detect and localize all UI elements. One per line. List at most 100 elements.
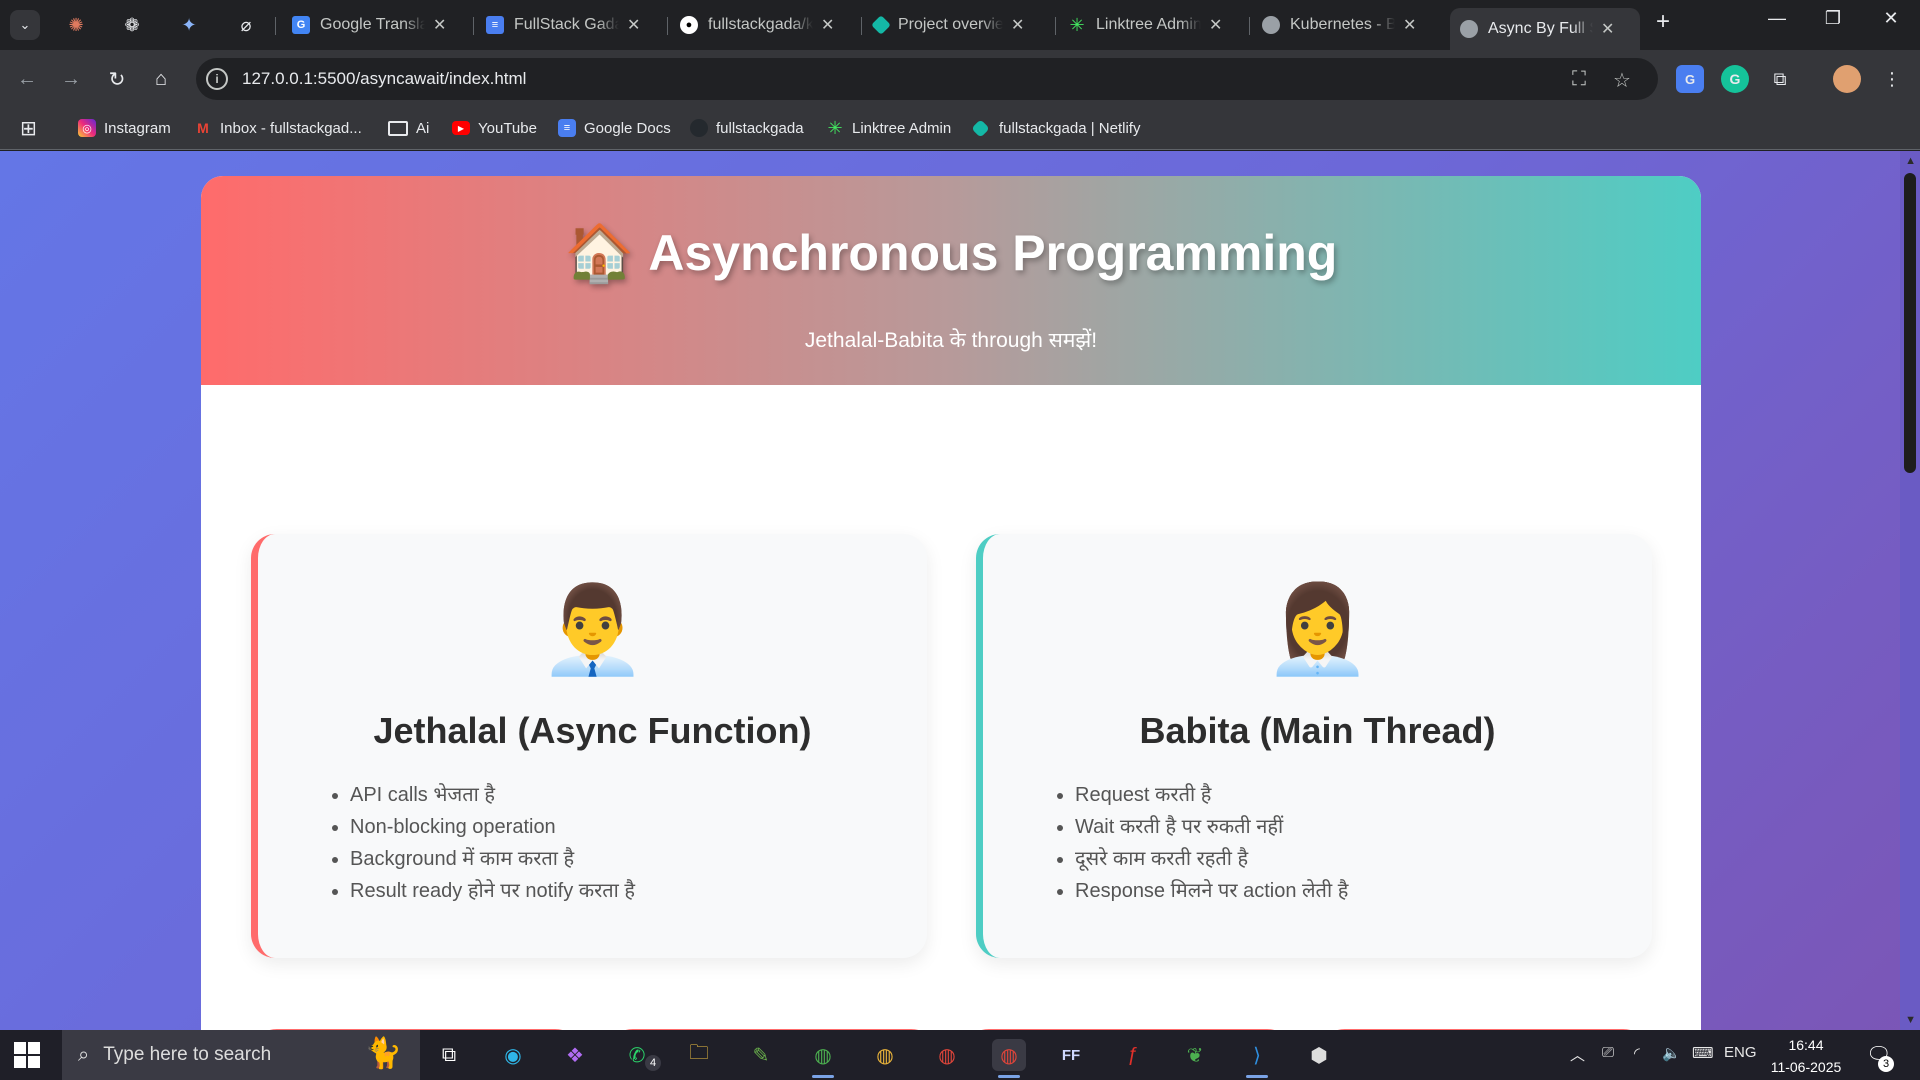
edge-icon[interactable]: ◉: [496, 1039, 530, 1071]
browser-toolbar: ← → ↻ ⌂ i 127.0.0.1:5500/asyncawait/inde…: [0, 50, 1920, 108]
reload-icon[interactable]: ↻: [102, 64, 132, 94]
card-heading: Babita (Main Thread): [1139, 710, 1496, 751]
tab-google-translate[interactable]: G Google Translate ✕: [282, 8, 472, 42]
ffdec-icon[interactable]: FF: [1054, 1039, 1088, 1071]
list-item: Background में काम करता है: [350, 843, 635, 875]
card-points: Request करती है Wait करती है पर रुकती नह…: [1075, 779, 1348, 907]
chrome-active-icon[interactable]: ◍: [992, 1039, 1026, 1078]
language-indicator[interactable]: ENG: [1724, 1044, 1757, 1061]
windows-start-icon[interactable]: [14, 1042, 40, 1068]
file-explorer-icon[interactable]: 🗀: [682, 1039, 716, 1071]
list-item: दूसरे काम करती रहती है: [1075, 843, 1348, 875]
list-item: Response मिलने पर action लेती है: [1075, 875, 1348, 907]
flash-icon[interactable]: ƒ: [1116, 1039, 1150, 1071]
minimize-button[interactable]: —: [1754, 8, 1800, 29]
globe-icon: [1460, 20, 1478, 38]
bookmark-gmail[interactable]: M Inbox - fullstackgad...: [194, 116, 362, 140]
hero-header: 🏠 Asynchronous Programming Jethalal-Babi…: [201, 176, 1701, 385]
claude-icon[interactable]: ✺: [56, 10, 96, 40]
tab-github[interactable]: ● fullstackgada/k ✕: [670, 8, 860, 42]
search-placeholder: Type here to search: [103, 1044, 272, 1065]
tab-title: Async By Full St: [1488, 20, 1593, 37]
page-scrollbar[interactable]: ▲ ▼: [1900, 151, 1920, 1030]
notepad-icon[interactable]: ✎: [744, 1039, 778, 1071]
volume-icon[interactable]: 🔈: [1662, 1044, 1681, 1062]
show-hidden-icons-chevron-icon[interactable]: ︿: [1570, 1044, 1585, 1065]
address-bar[interactable]: i 127.0.0.1:5500/asyncawait/index.html ⛶…: [196, 58, 1658, 100]
bookmark-label: Ai: [416, 119, 430, 137]
bookmark-linktree[interactable]: ✳ Linktree Admin: [826, 116, 951, 140]
new-tab-button[interactable]: +: [1648, 8, 1678, 36]
google-translate-extension-icon[interactable]: G: [1676, 65, 1704, 93]
close-window-button[interactable]: ✕: [1868, 8, 1914, 29]
bookmark-github[interactable]: fullstackgada: [690, 116, 804, 140]
network-icon[interactable]: ◜: [1634, 1044, 1640, 1062]
bookmark-label: Google Docs: [584, 119, 671, 137]
menu-kebab-icon[interactable]: ⋮: [1878, 65, 1906, 93]
bookmark-folder-ai[interactable]: Ai: [388, 116, 429, 140]
page-title-text: Asynchronous Programming: [648, 225, 1338, 281]
scroll-down-arrow-icon[interactable]: ▼: [1905, 1014, 1916, 1026]
bookmark-youtube[interactable]: ▶ YouTube: [452, 116, 537, 140]
translate-page-icon[interactable]: ⛶: [1572, 68, 1586, 91]
chrome-profile-icon[interactable]: ◍: [930, 1039, 964, 1071]
bookmark-google-docs[interactable]: ≡ Google Docs: [558, 116, 671, 140]
clock-date: 11-06-2025: [1770, 1059, 1842, 1075]
linktree-icon: ✳: [1069, 14, 1085, 35]
tab-async-active[interactable]: Async By Full St ✕: [1450, 8, 1640, 50]
close-icon[interactable]: ✕: [627, 15, 640, 35]
apps-grid-icon[interactable]: ⊞: [20, 116, 37, 140]
bookmark-label: Linktree Admin: [852, 119, 952, 137]
close-icon[interactable]: ✕: [821, 15, 834, 35]
close-icon[interactable]: ✕: [1011, 15, 1024, 35]
meet-now-icon[interactable]: ⎚: [1602, 1044, 1614, 1061]
restore-button[interactable]: ❐: [1810, 8, 1856, 29]
close-icon[interactable]: ✕: [1403, 15, 1416, 35]
list-item: Wait करती है पर रुकती नहीं: [1075, 811, 1348, 843]
vscode-icon[interactable]: ⟩: [1240, 1039, 1274, 1078]
task-view-icon[interactable]: ⧉: [432, 1039, 466, 1071]
tab-project-overview[interactable]: Project overview ✕: [864, 8, 1054, 42]
taskbar-search-box[interactable]: ⌕ Type here to search 🐈: [62, 1030, 420, 1080]
forward-icon[interactable]: →: [56, 64, 86, 94]
tab-title: Linktree Admin: [1096, 16, 1201, 33]
close-icon[interactable]: ✕: [433, 15, 446, 35]
bookmark-label: YouTube: [478, 119, 537, 137]
card-points: API calls भेजता है Non-blocking operatio…: [350, 779, 635, 907]
mongodb-icon[interactable]: ❦: [1178, 1039, 1212, 1071]
bookmark-instagram[interactable]: ◎ Instagram: [78, 116, 171, 140]
perplexity-icon[interactable]: ⌀: [226, 10, 266, 40]
back-icon[interactable]: ←: [12, 64, 42, 94]
tab-title: Google Translate: [320, 16, 425, 33]
scroll-thumb[interactable]: [1904, 173, 1916, 473]
card-jethalal: 👨‍💼 Jethalal (Async Function) API calls …: [251, 534, 927, 958]
page-viewport: 🏠 Asynchronous Programming Jethalal-Babi…: [0, 151, 1920, 1030]
bookmark-netlify[interactable]: fullstackgada | Netlify: [971, 116, 1140, 140]
tab-linktree-admin[interactable]: ✳ Linktree Admin ✕: [1058, 8, 1248, 42]
chrome-icon[interactable]: ◍: [806, 1039, 840, 1078]
youtube-icon: ▶: [452, 121, 470, 135]
close-icon[interactable]: ✕: [1209, 15, 1222, 35]
scroll-up-arrow-icon[interactable]: ▲: [1905, 155, 1916, 167]
tab-kubernetes[interactable]: Kubernetes - Bh ✕: [1252, 8, 1442, 42]
system-clock[interactable]: 16:44 11-06-2025: [1764, 1034, 1848, 1078]
extensions-puzzle-icon[interactable]: ⧉: [1766, 65, 1794, 93]
gemini-icon[interactable]: ✦: [169, 10, 209, 40]
tab-search-button[interactable]: ⌄: [10, 10, 40, 40]
copilot-icon[interactable]: ❖: [558, 1039, 592, 1071]
tab-title: Kubernetes - Bh: [1290, 16, 1395, 33]
netlify-icon: [971, 118, 990, 138]
grammarly-icon[interactable]: G: [1721, 65, 1749, 93]
app-hexagon-icon[interactable]: ⬢: [1302, 1039, 1336, 1071]
site-info-icon[interactable]: i: [206, 68, 228, 90]
globe-icon: [1262, 16, 1280, 34]
ime-icon[interactable]: ⌨: [1692, 1044, 1714, 1062]
bookmark-star-icon[interactable]: ☆: [1613, 68, 1631, 93]
home-icon[interactable]: ⌂: [146, 64, 176, 94]
chrome-profile-icon[interactable]: ◍: [868, 1039, 902, 1071]
profile-avatar[interactable]: [1833, 65, 1861, 93]
tab-fullstack-gada[interactable]: ≡ FullStack Gada - ✕: [476, 8, 666, 42]
openai-icon[interactable]: ❁: [112, 10, 152, 40]
close-icon[interactable]: ✕: [1601, 19, 1614, 39]
url-text[interactable]: 127.0.0.1:5500/asyncawait/index.html: [242, 69, 526, 89]
